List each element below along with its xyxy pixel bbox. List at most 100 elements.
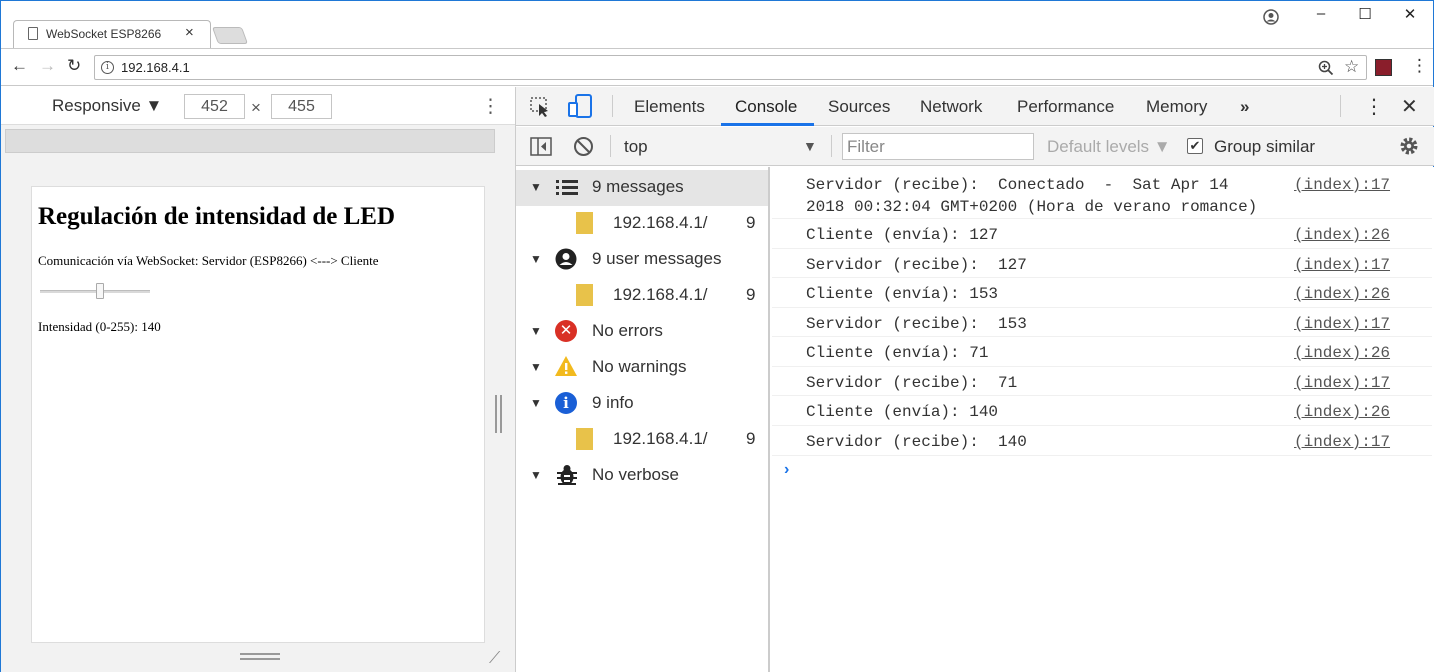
- expand-arrow-icon[interactable]: ▼: [530, 468, 542, 482]
- address-toolbar: ← → ↻ i 192.168.4.1 ☆ ⋮: [1, 48, 1433, 86]
- bookmark-star-icon[interactable]: ☆: [1344, 57, 1359, 77]
- expand-arrow-icon[interactable]: ▼: [530, 360, 542, 374]
- toolbar-divider: [610, 135, 611, 157]
- toolbar-divider: [831, 135, 832, 157]
- tab-performance[interactable]: Performance: [1017, 97, 1114, 117]
- devtools-tab-bar: Elements Console Sources Network Perform…: [516, 87, 1434, 126]
- minimize-button[interactable]: –: [1309, 5, 1333, 22]
- console-message: Servidor (recibe): 140 (index):17: [772, 426, 1432, 456]
- console-message: Servidor (recibe): 71 (index):17: [772, 367, 1432, 396]
- file-icon: [576, 212, 593, 234]
- message-source-link[interactable]: (index):17: [1294, 174, 1390, 196]
- tab-strip: WebSocket ESP8266 × – ☐ ✕: [1, 1, 1433, 48]
- console-settings-gear-icon[interactable]: [1398, 135, 1420, 157]
- more-tabs-chevron-icon[interactable]: »: [1240, 97, 1249, 117]
- close-devtools-button[interactable]: ✕: [1401, 94, 1418, 119]
- browser-window: WebSocket ESP8266 × – ☐ ✕ ← → ↻ i 192.16…: [0, 0, 1434, 672]
- context-dropdown-arrow-icon[interactable]: ▼: [803, 138, 817, 154]
- devtools-menu-button[interactable]: ⋮: [1364, 94, 1384, 119]
- message-source-link[interactable]: (index):26: [1294, 342, 1390, 364]
- zoom-icon[interactable]: [1318, 60, 1334, 76]
- height-resize-handle[interactable]: [240, 653, 280, 660]
- address-bar[interactable]: i 192.168.4.1 ☆: [94, 55, 1367, 80]
- url-text[interactable]: 192.168.4.1: [121, 60, 190, 75]
- expand-arrow-icon[interactable]: ▼: [530, 396, 542, 410]
- expand-arrow-icon[interactable]: ▼: [530, 180, 542, 194]
- tab-memory[interactable]: Memory: [1146, 97, 1207, 117]
- message-source-link[interactable]: (index):17: [1294, 372, 1390, 394]
- close-window-button[interactable]: ✕: [1398, 5, 1422, 23]
- extension-icon[interactable]: [1375, 59, 1392, 76]
- intensity-slider-track[interactable]: [40, 290, 150, 293]
- file-icon: [576, 284, 593, 306]
- sidebar-item-file[interactable]: 192.168.4.1/ 9: [516, 278, 768, 314]
- console-message: Cliente (envía): 71 (index):26: [772, 337, 1432, 367]
- clear-console-icon[interactable]: [573, 136, 594, 157]
- toolbar-divider: [1340, 95, 1341, 117]
- console-message: Servidor (recibe): 153 (index):17: [772, 308, 1432, 337]
- message-source-link[interactable]: (index):26: [1294, 224, 1390, 246]
- bug-icon: [557, 465, 577, 485]
- tab-network[interactable]: Network: [920, 97, 982, 117]
- device-mode-select[interactable]: Responsive ▼: [52, 96, 162, 116]
- device-toggle-icon[interactable]: [568, 94, 594, 119]
- forward-button[interactable]: →: [39, 56, 56, 76]
- message-source-link[interactable]: (index):26: [1294, 283, 1390, 305]
- console-message: Servidor (recibe): 127 (index):17: [772, 249, 1432, 278]
- sidebar-label: 9 messages: [592, 177, 684, 196]
- sidebar-item-file[interactable]: 192.168.4.1/ 9: [516, 206, 768, 242]
- console-prompt-chevron-icon[interactable]: ›: [784, 461, 789, 479]
- message-text: Cliente (envía): 153: [806, 285, 999, 303]
- reload-button[interactable]: ↻: [67, 56, 81, 76]
- log-levels-select[interactable]: Default levels ▼: [1047, 137, 1171, 157]
- emulated-viewport: Regulación de intensidad de LED Comunica…: [31, 186, 485, 643]
- message-source-link[interactable]: (index):17: [1294, 254, 1390, 276]
- message-text: Servidor (recibe): 153: [806, 315, 1027, 333]
- device-more-button[interactable]: ⋮: [481, 95, 500, 118]
- sidebar-item-warnings[interactable]: ▼ No warnings: [516, 350, 768, 386]
- sidebar-item-errors[interactable]: ▼ ✕ No errors: [516, 314, 768, 350]
- tab-sources[interactable]: Sources: [828, 97, 890, 117]
- execution-context-select[interactable]: top: [624, 137, 648, 157]
- message-source-link[interactable]: (index):17: [1294, 313, 1390, 335]
- tab-elements[interactable]: Elements: [634, 97, 705, 117]
- message-source-link[interactable]: (index):17: [1294, 431, 1390, 453]
- file-icon: [576, 428, 593, 450]
- page-heading: Regulación de intensidad de LED: [38, 203, 396, 230]
- sidebar-item-info[interactable]: ▼ i 9 info: [516, 386, 768, 422]
- sidebar-item-verbose[interactable]: ▼ No verbose: [516, 458, 768, 494]
- sidebar-label: 9 user messages: [592, 249, 722, 268]
- maximize-button[interactable]: ☐: [1353, 5, 1377, 23]
- tab-console[interactable]: Console: [735, 97, 797, 117]
- back-button[interactable]: ←: [11, 56, 28, 76]
- sidebar-item-user-messages[interactable]: ▼ 9 user messages: [516, 242, 768, 278]
- group-similar-label: Group similar: [1214, 137, 1316, 156]
- page-subtitle: Comunicación vía WebSocket: Servidor (ES…: [38, 253, 379, 268]
- devtools-panel: Elements Console Sources Network Perform…: [515, 87, 1434, 672]
- height-input[interactable]: 455: [271, 94, 332, 119]
- profile-icon[interactable]: [1263, 9, 1279, 25]
- console-message: Cliente (envía): 127 (index):26: [772, 219, 1432, 249]
- intensity-slider-thumb[interactable]: [96, 283, 105, 299]
- browser-tab[interactable]: WebSocket ESP8266 ×: [13, 20, 211, 48]
- width-resize-handle[interactable]: [495, 395, 502, 433]
- site-info-icon[interactable]: i: [101, 61, 114, 74]
- group-similar-checkbox[interactable]: ✔: [1187, 138, 1203, 154]
- tab-close-button[interactable]: ×: [185, 24, 194, 41]
- media-query-ruler[interactable]: [5, 129, 495, 153]
- expand-arrow-icon[interactable]: ▼: [530, 252, 542, 266]
- intensity-value-text: Intensidad (0-255): 140: [38, 319, 161, 334]
- inspect-element-icon[interactable]: [530, 97, 552, 117]
- width-input[interactable]: 452: [184, 94, 245, 119]
- corner-resize-handle[interactable]: ⟋: [489, 650, 500, 668]
- new-tab-button[interactable]: [211, 27, 249, 44]
- message-source-link[interactable]: (index):26: [1294, 401, 1390, 423]
- sidebar-toggle-icon[interactable]: [530, 137, 552, 156]
- browser-menu-button[interactable]: ⋮: [1411, 56, 1428, 76]
- console-messages: Servidor (recibe): Conectado - Sat Apr 1…: [772, 167, 1434, 672]
- sidebar-item-messages[interactable]: ▼ 9 messages: [516, 170, 768, 206]
- sidebar-item-file[interactable]: 192.168.4.1/ 9: [516, 422, 768, 458]
- console-filter-input[interactable]: Filter: [842, 133, 1034, 160]
- error-icon: ✕: [555, 320, 577, 342]
- expand-arrow-icon[interactable]: ▼: [530, 324, 542, 338]
